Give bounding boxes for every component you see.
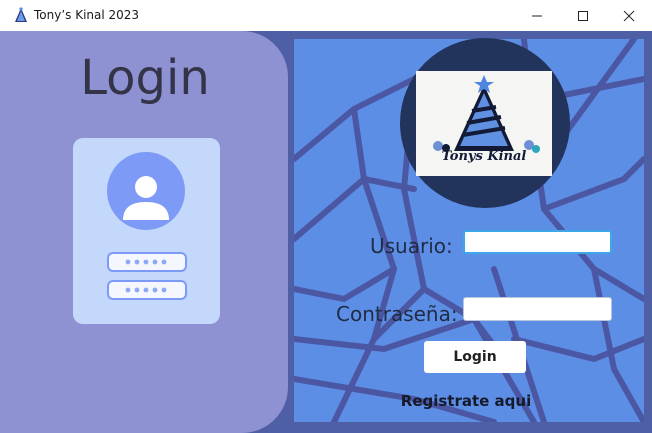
close-button[interactable] [606, 0, 652, 31]
minimize-icon [532, 15, 542, 16]
login-button[interactable]: Login [424, 341, 526, 373]
maximize-button[interactable] [560, 0, 606, 31]
password-field[interactable] [463, 297, 612, 321]
party-hat-icon [15, 7, 27, 22]
maximize-icon [578, 10, 588, 21]
title-bar: Tony’s Kinal 2023 [0, 0, 652, 31]
username-label: Usuario: [370, 234, 453, 258]
window-title: Tony’s Kinal 2023 [34, 8, 140, 22]
minimize-button[interactable] [514, 0, 560, 31]
username-field[interactable] [463, 230, 612, 254]
password-label: Contraseña: [336, 302, 458, 326]
login-heading: Login [80, 50, 210, 106]
register-link[interactable]: Registrate aqui [394, 392, 538, 410]
close-icon [623, 10, 635, 21]
brand-logo: Tonys Kinal [416, 71, 552, 176]
user-login-card-illustration [73, 138, 220, 324]
user-login-card-icon [107, 152, 187, 300]
logo-text: Tonys Kinal [441, 149, 527, 164]
